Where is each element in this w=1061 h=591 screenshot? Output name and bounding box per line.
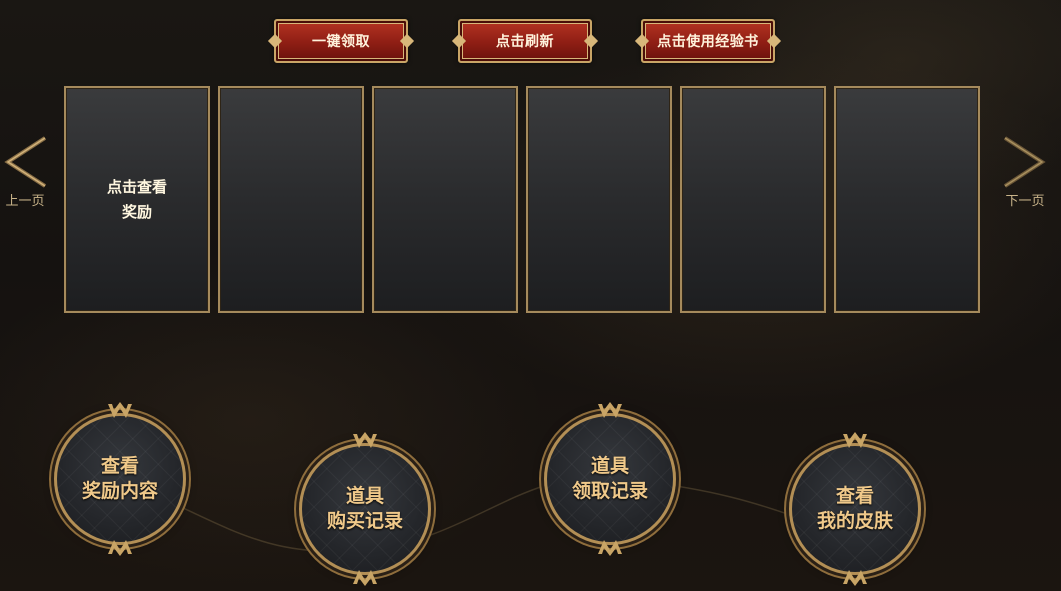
reward-card-2[interactable] [218, 86, 364, 313]
crown-ornament-icon [843, 570, 867, 586]
item-claim-history-label: 道具 领取记录 [571, 455, 648, 502]
claim-all-button[interactable]: 一键领取 [274, 19, 408, 63]
reward-card-1[interactable]: 点击查看 奖励 [64, 86, 210, 313]
reward-card-4[interactable] [526, 86, 672, 313]
use-exp-book-label: 点击使用经验书 [657, 34, 759, 50]
item-purchase-history-label: 道具 购买记录 [326, 485, 403, 532]
crown-ornament-icon [353, 570, 377, 586]
my-skins-button[interactable]: 查看 我的皮肤 [789, 432, 921, 586]
crown-ornament-icon [598, 402, 622, 418]
chevron-right-icon [1003, 136, 1046, 188]
crown-ornament-icon [843, 432, 867, 448]
crown-ornament-icon [108, 540, 132, 556]
view-rewards-label: 查看 奖励内容 [81, 455, 158, 502]
use-exp-book-button[interactable]: 点击使用经验书 [641, 19, 775, 63]
reward-card-3[interactable] [372, 86, 518, 313]
next-page-button[interactable]: 下一页 [1000, 135, 1050, 215]
view-rewards-button[interactable]: 查看 奖励内容 [54, 402, 186, 556]
refresh-label: 点击刷新 [496, 34, 554, 50]
crown-ornament-icon [598, 540, 622, 556]
prev-page-label: 上一页 [5, 194, 45, 209]
my-skins-label: 查看 我的皮肤 [816, 485, 893, 532]
prev-page-button[interactable]: 上一页 [0, 135, 50, 215]
reward-card-text: 点击查看 奖励 [106, 177, 167, 221]
next-page-label: 下一页 [1005, 194, 1045, 209]
item-purchase-history-button[interactable]: 道具 购买记录 [299, 432, 431, 586]
reward-card-5[interactable] [680, 86, 826, 313]
chevron-left-icon [4, 136, 47, 188]
crown-ornament-icon [353, 432, 377, 448]
claim-all-label: 一键领取 [312, 34, 370, 50]
crown-ornament-icon [108, 402, 132, 418]
reward-card-6[interactable] [834, 86, 980, 313]
refresh-button[interactable]: 点击刷新 [458, 19, 592, 63]
item-claim-history-button[interactable]: 道具 领取记录 [544, 402, 676, 556]
